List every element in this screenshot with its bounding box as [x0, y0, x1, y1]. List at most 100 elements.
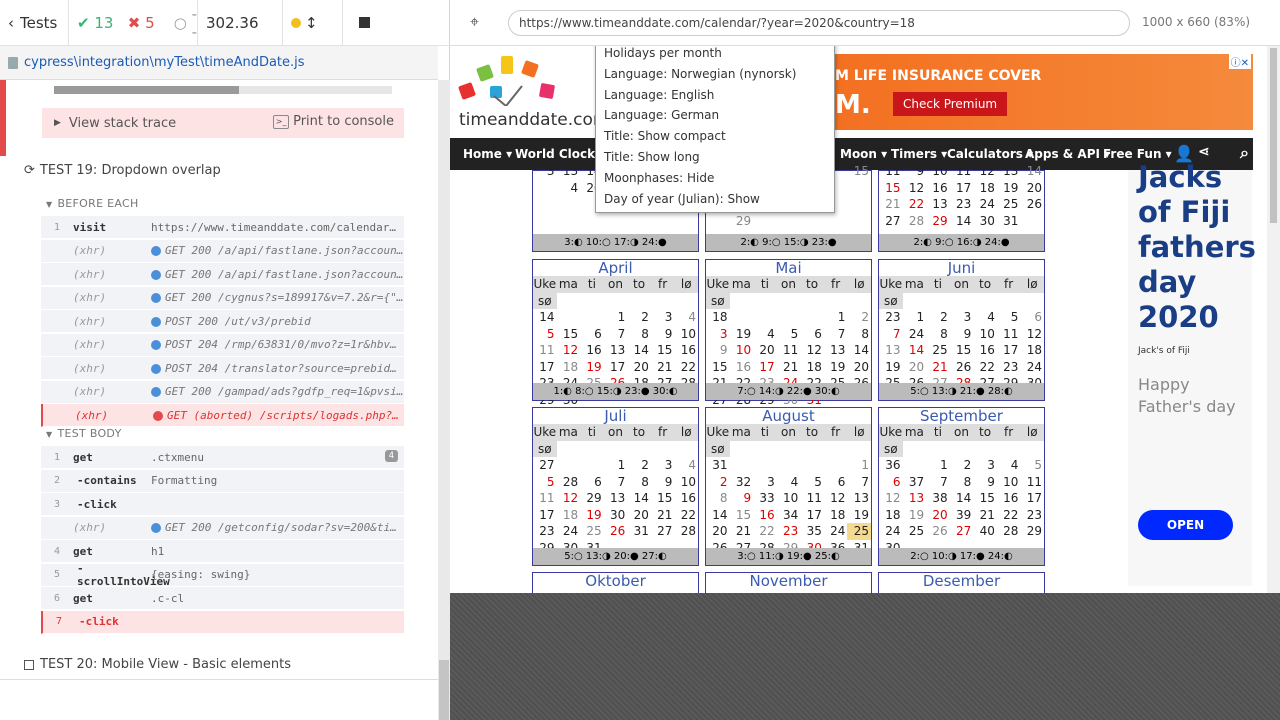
day-cell[interactable]: 16: [753, 507, 777, 524]
day-cell[interactable]: 18: [1020, 342, 1044, 359]
day-cell[interactable]: 15: [706, 359, 730, 376]
day-cell[interactable]: 16: [730, 359, 754, 376]
day-cell[interactable]: 2: [926, 309, 950, 326]
day-cell[interactable]: 9: [651, 326, 675, 343]
day-cell[interactable]: 23: [997, 359, 1021, 376]
day-cell[interactable]: 5: [533, 326, 557, 343]
day-cell[interactable]: 14: [627, 342, 651, 359]
day-cell[interactable]: 24: [824, 523, 848, 540]
before-each-header[interactable]: ▼ BEFORE EACH: [46, 197, 139, 210]
day-cell[interactable]: 11: [997, 326, 1021, 343]
day-cell[interactable]: 22: [973, 359, 997, 376]
day-cell[interactable]: 30: [973, 213, 997, 230]
side-ad[interactable]: Jacks of Fiji fathers day 2020 Jack's of…: [1128, 160, 1256, 586]
day-cell[interactable]: 1: [604, 457, 628, 474]
day-cell[interactable]: 17: [997, 342, 1021, 359]
day-cell[interactable]: 15: [879, 180, 903, 197]
day-cell[interactable]: [580, 213, 604, 230]
day-cell[interactable]: 14: [627, 490, 651, 507]
reports-scrollbar[interactable]: [438, 80, 450, 720]
day-cell[interactable]: 10: [926, 163, 950, 180]
day-cell[interactable]: 22: [753, 523, 777, 540]
day-cell[interactable]: 6: [879, 474, 903, 491]
day-cell[interactable]: 13: [824, 342, 848, 359]
context-menu-item[interactable]: Language: German: [596, 105, 834, 126]
day-cell[interactable]: [533, 196, 557, 213]
day-cell[interactable]: 21: [973, 507, 997, 524]
day-cell[interactable]: 28: [903, 213, 927, 230]
day-cell[interactable]: 14: [903, 342, 927, 359]
site-logo[interactable]: timeanddate.com: [450, 46, 609, 138]
day-cell[interactable]: 25: [903, 523, 927, 540]
day-cell[interactable]: 9: [730, 490, 754, 507]
day-cell[interactable]: 11: [1020, 474, 1044, 491]
day-cell[interactable]: 12: [879, 490, 903, 507]
day-cell[interactable]: 19: [903, 507, 927, 524]
day-cell[interactable]: 5: [533, 474, 557, 491]
month-title[interactable]: September: [879, 408, 1044, 424]
day-cell[interactable]: 4: [753, 326, 777, 343]
day-cell[interactable]: 16: [926, 180, 950, 197]
day-cell[interactable]: 22: [997, 507, 1021, 524]
month-title[interactable]: April: [533, 260, 698, 276]
day-cell[interactable]: 24: [973, 196, 997, 213]
nav-free-fun[interactable]: Free Fun ▾: [1103, 147, 1172, 161]
day-cell[interactable]: 23: [1020, 507, 1044, 524]
day-cell[interactable]: [730, 457, 754, 474]
day-cell[interactable]: 4: [997, 457, 1021, 474]
nav-calculators[interactable]: Calculators ▾: [947, 147, 1033, 161]
day-cell[interactable]: 21: [730, 523, 754, 540]
day-cell[interactable]: 8: [627, 474, 651, 491]
day-cell[interactable]: 12: [557, 490, 581, 507]
day-cell[interactable]: [847, 196, 871, 213]
day-cell[interactable]: 16: [973, 342, 997, 359]
day-cell[interactable]: 9: [651, 474, 675, 491]
day-cell[interactable]: 23: [533, 523, 557, 540]
nav-sun-moon[interactable]: Moon ▾: [840, 147, 887, 161]
day-cell[interactable]: 1: [824, 309, 848, 326]
day-cell[interactable]: [557, 213, 581, 230]
day-cell[interactable]: 2: [950, 457, 974, 474]
day-cell[interactable]: 12: [557, 342, 581, 359]
day-cell[interactable]: [533, 213, 557, 230]
day-cell[interactable]: [580, 457, 604, 474]
context-menu-item[interactable]: Language: Norwegian (nynorsk): [596, 64, 834, 85]
day-cell[interactable]: 20: [706, 523, 730, 540]
logo-text[interactable]: timeanddate.com: [459, 110, 609, 130]
url-bar[interactable]: https://www.timeanddate.com/calendar/?ye…: [508, 10, 1130, 36]
day-cell[interactable]: 19: [879, 359, 903, 376]
day-cell[interactable]: 10: [674, 474, 698, 491]
day-cell[interactable]: 24: [879, 523, 903, 540]
day-cell[interactable]: 13: [847, 490, 871, 507]
day-cell[interactable]: [800, 457, 824, 474]
day-cell[interactable]: 9: [903, 163, 927, 180]
day-cell[interactable]: 21: [879, 196, 903, 213]
day-cell[interactable]: 21: [651, 359, 675, 376]
day-cell[interactable]: 15: [973, 490, 997, 507]
month-title[interactable]: Mai: [706, 260, 871, 276]
day-cell[interactable]: 19: [847, 507, 871, 524]
day-cell[interactable]: 10: [730, 342, 754, 359]
day-cell[interactable]: 27: [651, 523, 675, 540]
day-cell[interactable]: 12: [1020, 326, 1044, 343]
day-cell[interactable]: 2: [627, 309, 651, 326]
banner-ad[interactable]: M LIFE INSURANCE COVER M. Check Premium …: [835, 54, 1253, 130]
day-cell[interactable]: 18: [557, 507, 581, 524]
day-cell[interactable]: 7: [604, 474, 628, 491]
share-icon[interactable]: ⋖: [1198, 144, 1210, 160]
day-cell[interactable]: 27: [950, 523, 974, 540]
day-cell[interactable]: 1: [604, 309, 628, 326]
command-row[interactable]: 3 -click: [41, 493, 404, 516]
xhr-log-row[interactable]: (xhr) GET 200 /gampad/ads?gdfp_req=1&pvsi…: [41, 380, 404, 404]
command-row[interactable]: 1 visit https://www.timeanddate.com/calend…: [41, 216, 404, 239]
day-cell[interactable]: 7: [879, 326, 903, 343]
day-cell[interactable]: 18: [824, 507, 848, 524]
test-body-header[interactable]: ▼ TEST BODY: [46, 427, 122, 440]
spec-path[interactable]: cypress\integration\myTest\timeAndDate.j…: [24, 55, 305, 70]
day-cell[interactable]: [777, 457, 801, 474]
context-menu-item[interactable]: Day of year (Julian): Show: [596, 189, 834, 210]
stack-trace-label[interactable]: View stack trace: [69, 116, 176, 131]
day-cell[interactable]: 10: [777, 490, 801, 507]
day-cell[interactable]: 15: [651, 490, 675, 507]
day-cell[interactable]: 18: [557, 359, 581, 376]
